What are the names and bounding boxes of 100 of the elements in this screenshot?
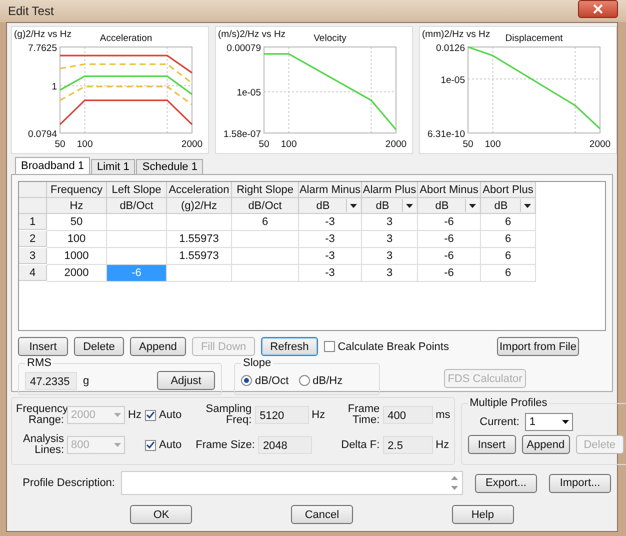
field-label: Delta F: — [340, 440, 380, 450]
table-cell[interactable]: 3 — [362, 265, 418, 282]
table-cell[interactable]: -3 — [299, 214, 362, 231]
x-tick-label: 2000 — [181, 139, 203, 150]
row-header: 1 — [19, 214, 47, 230]
table-cell[interactable] — [232, 231, 299, 248]
caret-icon — [524, 204, 531, 208]
table-cell[interactable]: 6 — [481, 214, 536, 231]
dialog-button[interactable]: Help — [452, 505, 514, 524]
profile-button[interactable]: Append — [522, 435, 570, 454]
grid-button[interactable]: Insert — [18, 337, 68, 356]
table-cell[interactable] — [167, 214, 232, 231]
dialog-button[interactable]: OK — [130, 505, 192, 524]
unit-label: Hz — [312, 409, 326, 421]
y-tick-label: 1.58e-07 — [223, 129, 261, 140]
delta-f-field: 2.5 — [382, 436, 433, 454]
table-cell[interactable]: 50 — [47, 214, 107, 231]
rms-field: 47.2335 — [25, 372, 77, 390]
x-tick-label: 100 — [484, 139, 501, 150]
field-label: Analysis Lines: — [22, 434, 64, 456]
table-cell[interactable]: -6 — [418, 248, 481, 265]
check-icon — [146, 411, 155, 419]
column-header: Alarm Plus — [362, 182, 418, 198]
unit-header: (g)2/Hz — [167, 198, 232, 214]
tab[interactable]: Broadband 1 — [15, 157, 90, 174]
caret-icon — [114, 443, 121, 447]
table-cell[interactable]: 1000 — [47, 248, 107, 265]
adjust-button[interactable]: Adjust — [157, 371, 215, 390]
table-cell[interactable]: 100 — [47, 231, 107, 248]
column-header: Abort Minus — [418, 182, 481, 198]
unit-dropdown[interactable]: dB — [481, 198, 536, 214]
dropdown[interactable]: 1 — [525, 413, 574, 431]
grid-button[interactable]: Append — [130, 337, 186, 356]
table-cell[interactable]: 6 — [481, 265, 536, 282]
column-header: Right Slope — [232, 182, 299, 198]
unit-dropdown[interactable]: dB — [362, 198, 418, 214]
chart-title: Displacement — [505, 33, 563, 44]
table-cell[interactable]: -3 — [299, 231, 362, 248]
close-icon — [592, 4, 604, 14]
caret-icon — [406, 204, 413, 208]
x-tick-label: 100 — [280, 139, 297, 150]
side-button[interactable]: Export... — [475, 474, 537, 492]
group-title: Slope — [242, 357, 272, 369]
table-cell[interactable] — [232, 265, 299, 282]
table-cell[interactable]: -6 — [418, 231, 481, 248]
y-tick-label: 0.0794 — [28, 129, 57, 140]
table-cell[interactable]: 6 — [481, 231, 536, 248]
check-icon — [146, 441, 155, 449]
import-button[interactable]: Import from File — [496, 337, 579, 356]
caret-icon — [562, 420, 570, 424]
caret-icon — [469, 204, 476, 208]
caret-icon — [350, 204, 357, 208]
y-tick-label: 1 — [52, 82, 57, 93]
unit-label: Hz — [436, 439, 450, 451]
spin-arrows-icon — [451, 475, 458, 491]
grid-button[interactable]: Refresh — [261, 337, 318, 356]
tab[interactable]: Schedule 1 — [136, 159, 204, 174]
table-cell[interactable]: -6 — [418, 265, 481, 282]
unit-dropdown[interactable]: dB — [418, 198, 481, 214]
table-cell[interactable]: -3 — [299, 248, 362, 265]
y-tick-label: 1e-05 — [440, 74, 465, 86]
x-tick-label: 100 — [76, 139, 93, 150]
radio-option[interactable]: dB/Hz — [298, 374, 343, 386]
table-cell[interactable]: 6 — [232, 214, 299, 231]
y-tick-label: 6.31e-10 — [427, 129, 465, 140]
column-header: Abort Plus — [481, 182, 536, 198]
x-tick-label: 50 — [54, 139, 66, 150]
table-cell[interactable] — [107, 231, 167, 248]
group-title: RMS — [26, 357, 52, 369]
table-cell[interactable] — [107, 214, 167, 231]
row-header: 4 — [19, 265, 47, 281]
window-title: Edit Test — [8, 4, 54, 18]
unit-header: dB/Oct — [232, 198, 299, 214]
dialog-button[interactable]: Cancel — [290, 505, 353, 524]
table-cell[interactable]: 3 — [362, 248, 418, 265]
unit-label: ms — [436, 409, 450, 421]
table-cell[interactable]: -3 — [299, 265, 362, 282]
side-button[interactable]: Import... — [549, 474, 611, 492]
description-field[interactable] — [121, 471, 463, 495]
table-cell[interactable]: 1.55973 — [167, 248, 232, 265]
column-header: Left Slope — [107, 182, 167, 198]
table-cell[interactable] — [232, 248, 299, 265]
y-tick-label: 7.7625 — [28, 43, 57, 54]
table-cell[interactable]: 3 — [362, 231, 418, 248]
tab[interactable]: Limit 1 — [91, 159, 136, 174]
profile-button[interactable]: Insert — [468, 435, 516, 454]
sampling-freq-field: 5120 — [254, 406, 309, 424]
grid-button[interactable]: Delete — [74, 337, 124, 356]
y-tick-label: 1e-05 — [236, 88, 261, 99]
table-cell[interactable]: 6 — [481, 248, 536, 265]
x-tick-label: 50 — [258, 139, 270, 150]
unit-label: g — [83, 374, 90, 386]
field-label: Frame Size: — [196, 440, 255, 450]
radio-option[interactable]: dB/Oct — [241, 374, 289, 386]
table-cell[interactable]: 1.55973 — [167, 231, 232, 248]
close-button[interactable] — [578, 0, 618, 18]
table-cell[interactable] — [167, 265, 232, 282]
table-cell[interactable]: 3 — [362, 214, 418, 231]
table-cell[interactable]: -6 — [418, 214, 481, 231]
unit-dropdown[interactable]: dB — [299, 198, 362, 214]
